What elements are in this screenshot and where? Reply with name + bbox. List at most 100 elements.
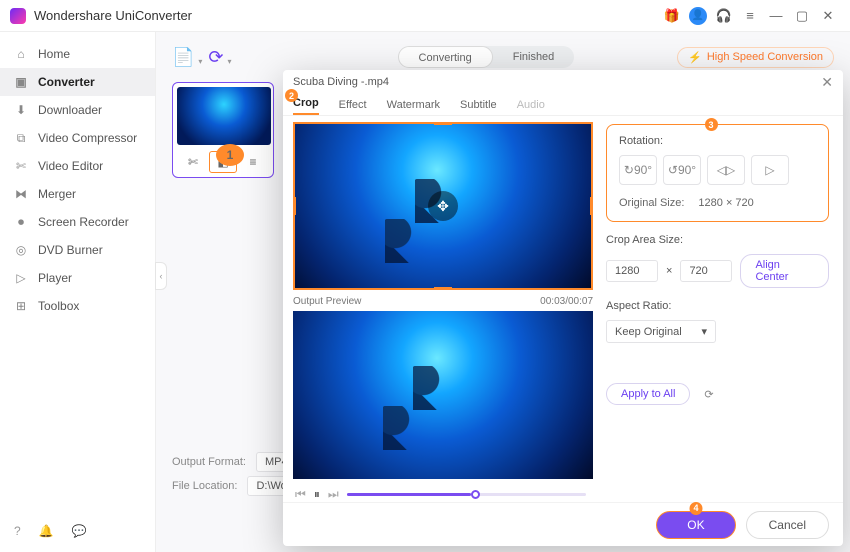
file-thumbnail [177,87,271,145]
bell-icon[interactable]: 🔔 [39,524,54,538]
sidebar-item-label: Video Editor [38,159,103,173]
flip-horizontal-button[interactable]: ◁▷ [707,155,745,185]
next-button[interactable]: ⏭ [328,487,339,502]
sidebar-item-editor[interactable]: ✄ Video Editor [0,152,155,180]
gift-icon[interactable]: 🎁 [660,4,684,28]
tab-subtitle[interactable]: Subtitle [460,99,497,115]
output-preview [293,311,593,479]
crop-handle-left[interactable] [293,197,296,215]
sidebar-item-compressor[interactable]: ⧉Video Compressor [0,124,155,152]
aspect-ratio-label: Aspect Ratio: [606,300,829,312]
editor-filename: Scuba Diving -.mp4 [293,76,389,88]
menu-icon[interactable]: ≡ [738,4,762,28]
pause-button[interactable]: ⏸ [314,487,320,502]
collapse-sidebar-button[interactable]: ‹ [155,262,167,290]
times-icon: × [666,265,672,277]
titlebar: Wondershare UniConverter 🎁 👤 🎧 ≡ — ▢ ✕ [0,0,850,32]
merge-icon: ⧓ [14,187,28,201]
crop-height-input[interactable] [680,260,732,282]
rotate-cw-button[interactable]: ↻90° [619,155,657,185]
help-icon[interactable]: ? [14,524,21,538]
window-close-button[interactable]: ✕ [816,4,840,28]
scissors-icon: ✄ [14,159,28,173]
badge-1: 1 [216,144,244,166]
diver-silhouette [383,406,417,450]
diver-silhouette [385,219,419,263]
tab-effect[interactable]: Effect [339,99,367,115]
sidebar-item-merger[interactable]: ⧓ Merger [0,180,155,208]
chat-icon[interactable]: 💬 [72,524,87,538]
sidebar-item-converter[interactable]: ▣Converter [0,68,155,96]
content-toolbar: 📄▾ ⟳▾ Converting Finished ⚡High Speed Co… [172,40,834,74]
high-speed-toggle[interactable]: ⚡High Speed Conversion [677,47,834,68]
disc-icon: ◎ [14,243,28,257]
playback-time: 00:03/00:07 [540,296,593,307]
sidebar-item-recorder[interactable]: ⏺ Screen Recorder [0,208,155,236]
record-icon: ⏺ [14,215,28,229]
move-icon[interactable]: ✥ [428,191,458,221]
account-icon[interactable]: 👤 [686,4,710,28]
apply-to-all-button[interactable]: Apply to All [606,383,690,405]
cancel-button[interactable]: Cancel [746,511,829,539]
badge-3: 3 [705,118,718,131]
crop-icon[interactable]: ◧ 1 [209,151,237,173]
prev-button[interactable]: ⏮ [295,487,306,502]
sidebar-item-label: Downloader [38,103,102,117]
sidebar-item-label: Video Compressor [38,131,137,145]
sidebar-item-label: Home [38,47,70,61]
add-file-button[interactable]: 📄▾ [172,47,194,68]
add-folder-button[interactable]: ⟳▾ [208,47,223,68]
chevron-down-icon: ▾ [701,325,707,338]
sidebar-item-home[interactable]: ⌂ Home [0,40,155,68]
reset-icon[interactable]: ⟳ [704,388,713,401]
hsc-label: High Speed Conversion [707,51,823,63]
select-value: Keep Original [615,326,682,338]
crop-handle-right[interactable] [590,197,593,215]
sidebar-item-toolbox[interactable]: ⊞Toolbox [0,292,155,320]
window-min-button[interactable]: — [764,4,788,28]
app-logo-icon [10,8,26,24]
status-segment: Converting Finished [398,46,575,68]
ok-button[interactable]: 4 OK [656,511,735,539]
flip-vertical-button[interactable]: ▷ [751,155,789,185]
editor-tabs: Crop 2 Effect Watermark Subtitle Audio [283,94,843,116]
sidebar-item-player[interactable]: ▷Player [0,264,155,292]
original-size-value: 1280 × 720 [698,197,753,209]
aspect-ratio-select[interactable]: Keep Original ▾ [606,320,716,343]
tab-converting[interactable]: Converting [398,46,493,68]
sidebar-item-downloader[interactable]: ⬇ Downloader [0,96,155,124]
window-max-button[interactable]: ▢ [790,4,814,28]
sidebar: ⌂ Home ▣Converter ⬇ Downloader ⧉Video Comp… [0,32,155,552]
crop-width-input[interactable] [606,260,658,282]
sidebar-item-label: Converter [38,75,95,89]
rotation-panel: 3 Rotation: ↻90° ↺90° ◁▷ ▷ Original Size… [606,124,829,222]
download-icon: ⬇ [14,103,28,117]
trim-icon[interactable]: ✄ [179,151,207,173]
crop-editor-modal: Scuba Diving -.mp4 ✕ Crop 2 Effect Water… [283,70,843,546]
crop-frame[interactable]: ✥ [293,122,593,290]
support-icon[interactable]: 🎧 [712,4,736,28]
tab-crop[interactable]: Crop 2 [293,97,319,115]
output-format-label: Output Format: [172,456,246,468]
badge-4: 4 [689,502,702,515]
original-size-label: Original Size: [619,197,684,209]
diver-silhouette [413,366,447,410]
ok-label: OK [687,518,704,532]
sidebar-item-label: Merger [38,187,76,201]
align-center-button[interactable]: Align Center [740,254,829,288]
tab-audio[interactable]: Audio [517,99,545,115]
sidebar-item-label: Screen Recorder [38,215,129,229]
tab-watermark[interactable]: Watermark [387,99,440,115]
rotate-ccw-button[interactable]: ↺90° [663,155,701,185]
file-location-label: File Location: [172,480,237,492]
tab-finished[interactable]: Finished [493,46,575,68]
seek-slider[interactable] [347,493,586,496]
sidebar-item-label: DVD Burner [38,243,103,257]
home-icon: ⌂ [14,47,28,61]
file-card[interactable]: ✄ ◧ 1 ≡ [172,82,274,178]
playback-controls: ⏮ ⏸ ⏭ [293,487,588,502]
close-icon[interactable]: ✕ [821,74,833,91]
grid-icon: ⊞ [14,299,28,313]
badge-2: 2 [285,89,298,102]
sidebar-item-dvd[interactable]: ◎ DVD Burner [0,236,155,264]
